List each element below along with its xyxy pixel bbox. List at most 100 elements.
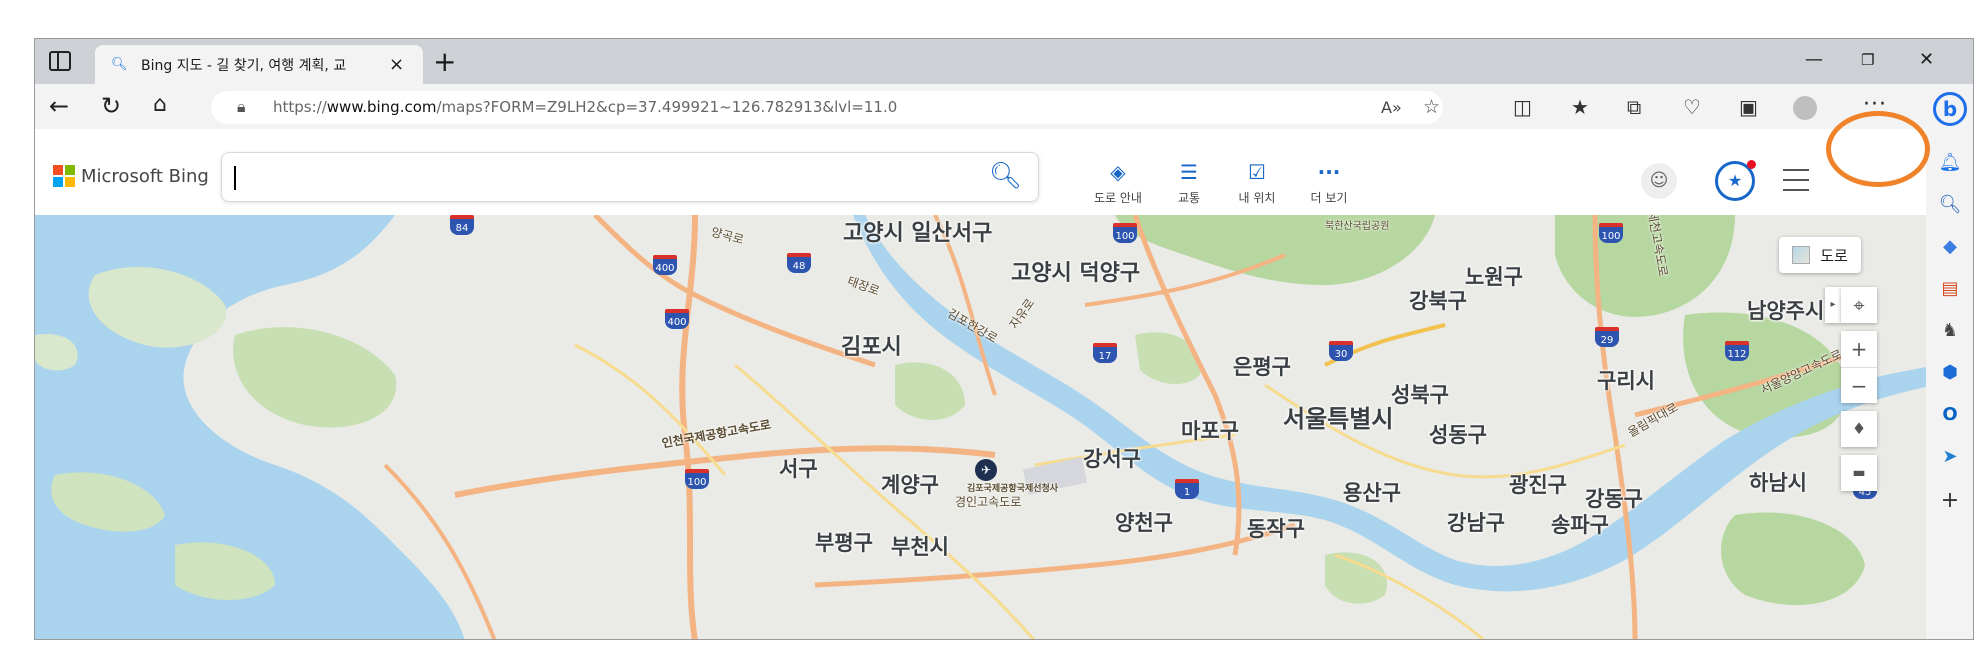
tab-actions-icon[interactable] [49,51,71,71]
route-shield: 100 [685,469,709,489]
route-shield: 30 [1329,341,1353,361]
notification-bell-icon[interactable]: 🔔︎ [1938,152,1962,176]
directions-link[interactable]: ◈ 도로 안내 [1086,161,1150,206]
refresh-button[interactable]: ↻ [101,92,121,120]
my-location-icon: ☑ [1248,160,1266,184]
route-shield: 29 [1595,327,1619,347]
bing-copilot-icon[interactable]: b [1933,92,1967,126]
back-button[interactable]: ← [49,92,69,120]
games-chess-icon[interactable]: ♞ [1938,320,1962,344]
route-shield: 100 [1599,223,1623,243]
place-label[interactable]: 송파구 [1551,509,1609,539]
tilt-control: ▬ [1841,455,1877,491]
tab-bing-maps[interactable]: 🔍︎ Bing 지도 - 길 찾기, 여행 계획, 교 × [95,45,423,84]
zoom-controls: + − [1841,331,1877,403]
route-shield: 112 [1725,341,1749,361]
more-link[interactable]: ··· 더 보기 [1297,161,1361,206]
expand-controls-button[interactable]: ▸ [1825,287,1841,323]
url-text[interactable]: https://www.bing.com/maps?FORM=Z9LH2&cp=… [273,98,897,116]
shopping-tag-icon[interactable]: ◆ [1938,236,1962,260]
place-label[interactable]: 부평구 [815,527,873,557]
more-icon: ··· [1317,160,1341,184]
place-label[interactable]: 서구 [779,453,818,483]
read-aloud-icon[interactable]: A» [1381,98,1402,117]
collections-icon[interactable]: ⧉ [1627,95,1641,119]
place-label[interactable]: 구리시 [1597,365,1655,395]
route-shield: 17 [1093,343,1117,363]
place-label[interactable]: 마포구 [1181,415,1239,445]
favorite-star-icon[interactable]: ☆ [1423,96,1440,118]
my-location-link[interactable]: ☑ 내 위치 [1225,161,1289,206]
locate-control: ⌖ [1841,287,1877,323]
place-label[interactable]: 성북구 [1391,379,1449,409]
highlight-circle [1826,111,1930,187]
route-shield: 400 [665,309,689,329]
home-button[interactable]: ⌂ [153,92,167,117]
tools-briefcase-icon[interactable]: ▤ [1938,278,1962,302]
split-screen-icon[interactable]: ◫ [1513,95,1532,119]
place-label[interactable]: 서울특별시 [1283,399,1393,434]
place-label[interactable]: 고양시 덕양구 [1011,255,1140,287]
place-label[interactable]: 용산구 [1343,477,1401,507]
place-label[interactable]: 노원구 [1465,261,1523,291]
place-label[interactable]: 양천구 [1115,507,1173,537]
text-caret [234,166,236,190]
place-label[interactable]: 강서구 [1083,443,1141,473]
route-shield: 1 [1175,479,1199,499]
brand-name[interactable]: Microsoft Bing [81,166,209,187]
place-label[interactable]: 은평구 [1233,351,1291,381]
outlook-icon[interactable]: O [1938,404,1962,428]
place-label[interactable]: 강남구 [1447,507,1505,537]
place-label[interactable]: 광진구 [1509,469,1567,499]
microsoft365-icon[interactable]: ⬢ [1938,362,1962,386]
user-account-icon[interactable]: ☺ [1641,163,1677,199]
edge-sidebar: b 🔔︎ 🔍︎ ◆ ▤ ♞ ⬢ O ➤ + [1926,84,1973,639]
close-icon[interactable]: × [389,54,404,75]
bing-maps-page: Microsoft Bing 🔍︎ ◈ 도로 안내 ☰ 교통 ☑ 내 위치 ··… [35,129,1926,639]
place-label[interactable]: 남양주시 [1747,295,1824,325]
place-label[interactable]: 성동구 [1429,419,1487,449]
lock-icon[interactable]: 🔒︎ [237,97,246,117]
profile-avatar[interactable] [1793,96,1817,120]
place-label[interactable]: 계양구 [881,469,939,499]
airport-icon[interactable]: ✈ [975,459,997,481]
route-shield: 48 [787,253,811,273]
place-label[interactable]: 부천시 [891,531,949,561]
browser-essentials-icon[interactable]: ♡ [1683,95,1701,119]
sidebar-search-icon[interactable]: 🔍︎ [1938,194,1962,218]
search-icon: 🔍︎ [111,57,128,72]
hamburger-menu-icon[interactable] [1783,169,1809,191]
search-button[interactable]: 🔍︎ [989,161,1022,191]
place-label[interactable]: 강북구 [1409,285,1467,315]
airport-label: 김포국제공항국제선청사 [967,484,1059,494]
address-bar[interactable]: 🔒︎ https://www.bing.com/maps?FORM=Z9LH2&… [211,91,1443,124]
favorites-icon[interactable]: ★ [1571,95,1589,119]
map-canvas[interactable]: 고양시 일산서구 고양시 덕양구 노원구 강북구 남양주시 김포시 은평구 성북… [35,215,1926,639]
place-label[interactable]: 김포시 [841,329,902,361]
locate-me-icon[interactable]: ⌖ [1841,287,1877,323]
microsoft-logo-icon[interactable] [53,165,75,187]
compass-icon[interactable]: ♦ [1841,411,1877,447]
place-label[interactable]: 동작구 [1247,513,1305,543]
zoom-in-button[interactable]: + [1841,331,1877,367]
traffic-link[interactable]: ☰ 교통 [1157,161,1221,206]
close-window-button[interactable]: ✕ [1919,49,1934,70]
tilt-icon[interactable]: ▬ [1841,455,1877,491]
search-input[interactable]: 🔍︎ [221,152,1039,202]
place-label[interactable]: 하남시 [1749,467,1807,497]
compass-control: ♦ [1841,411,1877,447]
map-style-button[interactable]: 도로 [1779,237,1861,273]
road-label: 경인고속도로 [955,495,1022,509]
bing-header: Microsoft Bing 🔍︎ ◈ 도로 안내 ☰ 교통 ☑ 내 위치 ··… [35,129,1926,215]
extensions-icon[interactable]: ▣ [1739,95,1758,119]
minimize-button[interactable]: — [1805,49,1823,70]
zoom-out-button[interactable]: − [1841,367,1877,403]
new-tab-button[interactable]: + [433,45,456,78]
send-icon[interactable]: ➤ [1938,446,1962,470]
rewards-trophy-icon[interactable]: ★ [1715,160,1756,201]
add-sidebar-app-icon[interactable]: + [1938,488,1962,513]
traffic-icon: ☰ [1180,160,1198,184]
route-shield: 100 [1113,223,1137,243]
place-label[interactable]: 고양시 일산서구 [843,215,992,247]
restore-button[interactable]: ❐ [1861,51,1874,69]
